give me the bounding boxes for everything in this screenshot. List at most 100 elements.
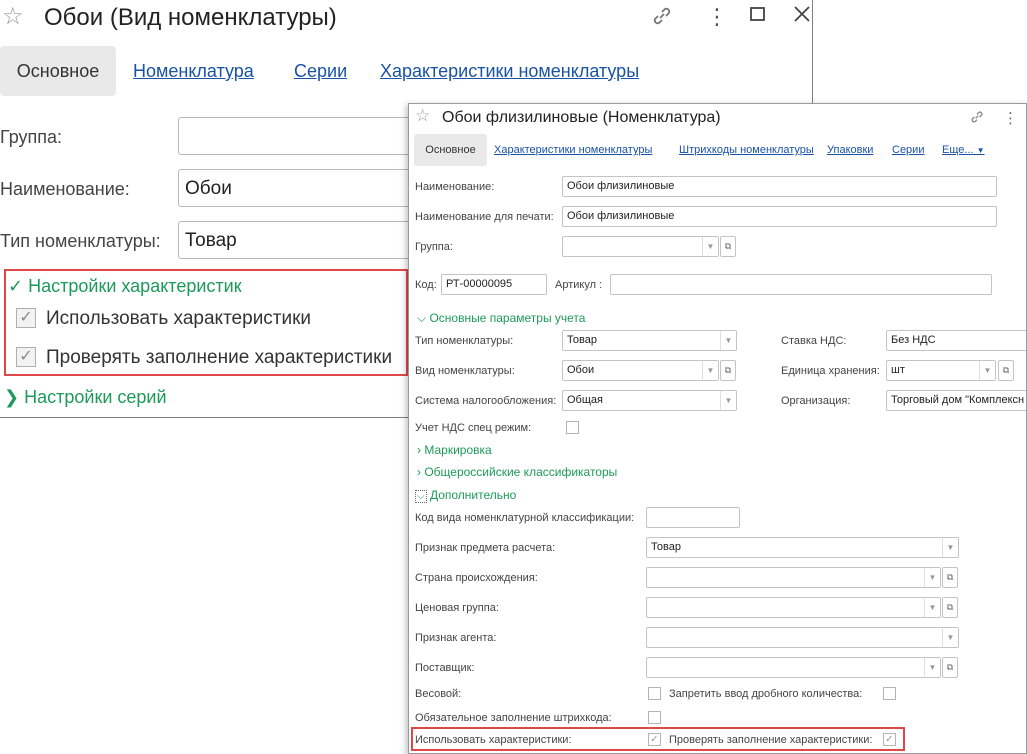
print-name-label: Наименование для печати: bbox=[415, 211, 554, 223]
open-icon[interactable]: ⧉ bbox=[942, 597, 958, 618]
chevron-down-icon: ⌵ bbox=[417, 311, 427, 325]
marking-group[interactable]: › Маркировка bbox=[417, 443, 492, 457]
check-chars-checkbox[interactable]: ✓ bbox=[883, 733, 896, 746]
tab-series[interactable]: Серии bbox=[892, 144, 924, 156]
chevron-down-icon: ✓ bbox=[8, 276, 24, 296]
tax-field[interactable]: Общая ▼ bbox=[562, 390, 737, 411]
subject-field[interactable]: Товар ▼ bbox=[646, 537, 959, 558]
no-fraction-checkbox[interactable] bbox=[883, 687, 896, 700]
link-icon-svg bbox=[653, 7, 671, 25]
type-field[interactable]: Товар ▼ bbox=[562, 330, 737, 351]
barcode-required-checkbox[interactable] bbox=[648, 711, 661, 724]
dropdown-arrow-icon[interactable]: ▼ bbox=[720, 331, 736, 350]
group-label: Группа: bbox=[415, 241, 453, 253]
org-field[interactable]: Торговый дом "Комплексн bbox=[886, 390, 1026, 411]
dropdown-arrow-icon[interactable]: ▼ bbox=[924, 658, 940, 677]
open-icon[interactable]: ⧉ bbox=[720, 236, 736, 257]
char-settings-group[interactable]: ✓ Настройки характеристик bbox=[8, 276, 242, 297]
supplier-field[interactable]: ▼ bbox=[646, 657, 941, 678]
open-icon[interactable]: ⧉ bbox=[720, 360, 736, 381]
name-field[interactable]: Обои флизилиновые bbox=[562, 176, 997, 197]
price-group-field[interactable]: ▼ bbox=[646, 597, 941, 618]
kind-label: Вид номенклатуры: bbox=[415, 365, 515, 377]
check-chars-label: Проверять заполнение характеристики: bbox=[669, 734, 873, 746]
code-field[interactable]: РТ-00000095 bbox=[441, 274, 547, 295]
article-field[interactable] bbox=[610, 274, 992, 295]
kind-field[interactable]: Обои ▼ bbox=[562, 360, 719, 381]
tab-bar: Основное Номенклатура Серии Характеристи… bbox=[0, 46, 813, 96]
type-label: Тип номенклатуры: bbox=[0, 231, 161, 251]
main-params-group[interactable]: ⌵ Основные параметры учета bbox=[417, 311, 585, 326]
dropdown-arrow-icon[interactable]: ▼ bbox=[979, 361, 995, 380]
tab-characteristics[interactable]: Характеристики номенклатуры bbox=[380, 61, 639, 82]
vat-special-label: Учет НДС спец режим: bbox=[415, 422, 532, 434]
open-icon[interactable]: ⧉ bbox=[998, 360, 1014, 381]
use-chars-label: Использовать характеристики: bbox=[415, 734, 572, 746]
agent-field[interactable]: ▼ bbox=[646, 627, 959, 648]
price-group-label: Ценовая группа: bbox=[415, 602, 499, 614]
country-label: Страна происхождения: bbox=[415, 572, 538, 584]
tab-packages[interactable]: Упаковки bbox=[827, 144, 873, 156]
weight-checkbox[interactable] bbox=[648, 687, 661, 700]
additional-group[interactable]: ⌵ Дополнительно bbox=[415, 488, 516, 503]
char-settings-header: Настройки характеристик bbox=[28, 276, 242, 296]
vat-special-checkbox[interactable] bbox=[566, 421, 579, 434]
dropdown-arrow-icon[interactable]: ▼ bbox=[702, 237, 718, 256]
dropdown-arrow-icon[interactable]: ▼ bbox=[924, 568, 940, 587]
series-settings-header: Настройки серий bbox=[24, 387, 167, 407]
tab-nomenclature[interactable]: Номенклатура bbox=[133, 61, 254, 82]
link-icon[interactable] bbox=[969, 109, 985, 128]
classifiers-group[interactable]: › Общероссийские классификаторы bbox=[417, 465, 617, 479]
code-label: Код: bbox=[415, 279, 437, 291]
dropdown-arrow-icon[interactable]: ▼ bbox=[924, 598, 940, 617]
classifiers-header: Общероссийские классификаторы bbox=[424, 465, 618, 479]
class-code-field[interactable] bbox=[646, 507, 740, 528]
dropdown-arrow-icon[interactable]: ▼ bbox=[942, 538, 958, 557]
group-field[interactable] bbox=[178, 117, 418, 155]
maximize-icon[interactable] bbox=[748, 4, 768, 30]
name-field[interactable]: Обои bbox=[178, 169, 418, 207]
unit-field[interactable]: шт ▼ bbox=[886, 360, 996, 381]
close-icon[interactable] bbox=[792, 4, 812, 30]
main-params-header: Основные параметры учета bbox=[429, 311, 586, 325]
no-fraction-label: Запретить ввод дробного количества: bbox=[669, 688, 863, 700]
tab-main[interactable]: Основное bbox=[414, 134, 487, 166]
chevron-right-icon: › bbox=[417, 443, 421, 457]
open-icon[interactable]: ⧉ bbox=[942, 567, 958, 588]
vat-label: Ставка НДС: bbox=[781, 335, 847, 347]
favorite-star-icon[interactable]: ☆ bbox=[2, 2, 24, 31]
article-label: Артикул : bbox=[555, 279, 603, 291]
subject-label: Признак предмета расчета: bbox=[415, 542, 556, 554]
group-field[interactable]: ▼ bbox=[562, 236, 719, 257]
chevron-right-icon: ❯ bbox=[4, 387, 20, 407]
more-icon[interactable]: ⋮ bbox=[1003, 109, 1018, 127]
nomenclature-window: ☆ Обои флизилиновые (Номенклатура) ⋮ Осн… bbox=[408, 103, 1027, 754]
link-icon[interactable] bbox=[650, 4, 674, 34]
dropdown-arrow-icon: ▼ bbox=[976, 146, 985, 155]
use-chars-label: Использовать характеристики bbox=[46, 308, 312, 329]
name-label: Наименование: bbox=[0, 179, 130, 199]
tab-series[interactable]: Серии bbox=[294, 61, 347, 82]
more-icon[interactable]: ⋮ bbox=[706, 4, 728, 30]
favorite-star-icon[interactable]: ☆ bbox=[415, 106, 430, 126]
dropdown-arrow-icon[interactable]: ▼ bbox=[720, 391, 736, 410]
country-field[interactable]: ▼ bbox=[646, 567, 941, 588]
type-value: Товар bbox=[567, 334, 597, 346]
tab-main[interactable]: Основное bbox=[0, 46, 116, 96]
tab-barcodes[interactable]: Штрихкоды номенклатуры bbox=[679, 144, 814, 156]
series-settings-group[interactable]: ❯ Настройки серий bbox=[4, 387, 167, 408]
tab-more[interactable]: Еще... ▼ bbox=[942, 144, 985, 156]
tab-characteristics[interactable]: Характеристики номенклатуры bbox=[494, 144, 652, 156]
check-chars-checkbox[interactable]: ✓ bbox=[16, 347, 36, 367]
use-chars-checkbox[interactable]: ✓ bbox=[648, 733, 661, 746]
dropdown-arrow-icon[interactable]: ▼ bbox=[942, 628, 958, 647]
type-field[interactable]: Товар bbox=[178, 221, 418, 259]
chevron-right-icon: › bbox=[417, 465, 421, 479]
dropdown-arrow-icon[interactable]: ▼ bbox=[702, 361, 718, 380]
open-icon[interactable]: ⧉ bbox=[942, 657, 958, 678]
print-name-field[interactable]: Обои флизилиновые bbox=[562, 206, 997, 227]
vat-field[interactable]: Без НДС bbox=[886, 330, 1026, 351]
supplier-label: Поставщик: bbox=[415, 662, 475, 674]
use-chars-checkbox[interactable]: ✓ bbox=[16, 308, 36, 328]
tax-value: Общая bbox=[567, 394, 603, 406]
